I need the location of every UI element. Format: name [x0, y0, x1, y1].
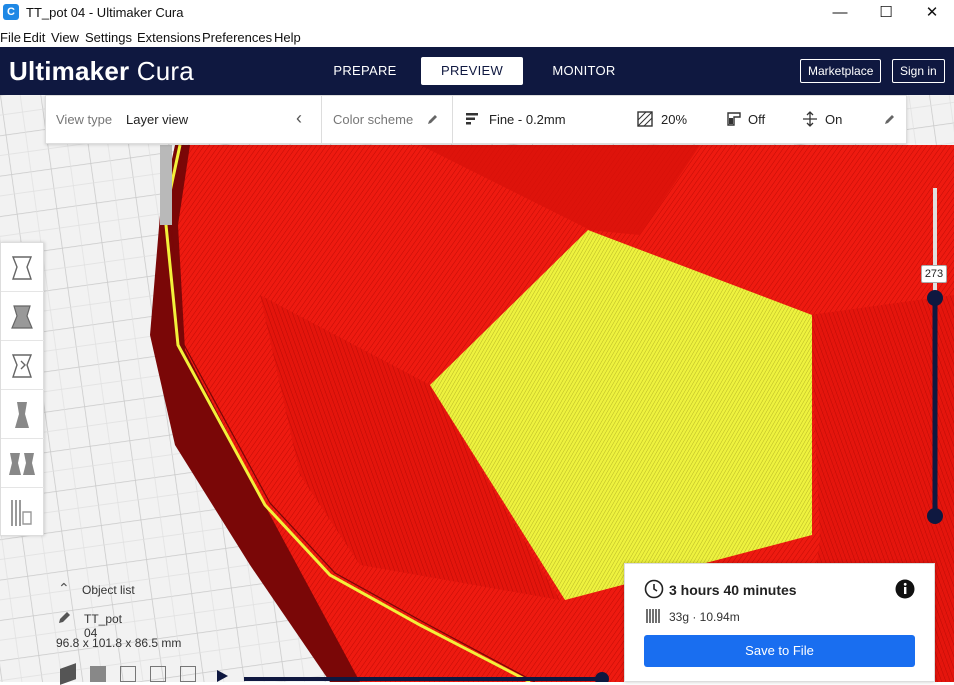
layer-slider-top-handle[interactable]: [927, 290, 943, 306]
color-scheme-label[interactable]: Color scheme: [333, 112, 413, 127]
pencil-icon[interactable]: [427, 113, 439, 125]
scale-tool-button[interactable]: [1, 292, 44, 341]
material-usage: 33g · 10.94m: [669, 610, 740, 624]
view-toolbar: View type Layer view ‹ Color scheme Fine…: [45, 95, 907, 144]
menu-help[interactable]: Help: [274, 30, 301, 45]
support-blocker-button[interactable]: [1, 488, 44, 537]
window-title: TT_pot 04 - Ultimaker Cura: [26, 5, 184, 20]
mirror-tool-icon: [15, 402, 29, 428]
cura-app-icon: C: [3, 4, 19, 20]
scale-tool-icon: [11, 305, 33, 329]
left-toolbar: [0, 242, 44, 536]
minimize-button[interactable]: —: [817, 0, 863, 26]
view-type-dropdown[interactable]: Layer view: [126, 112, 188, 127]
chevron-up-icon: ⌃: [58, 580, 70, 596]
menu-settings[interactable]: Settings: [85, 30, 132, 45]
tab-monitor[interactable]: MONITOR: [540, 57, 628, 85]
support-value[interactable]: Off: [748, 112, 765, 127]
print-profile[interactable]: Fine - 0.2mm: [489, 112, 566, 127]
layer-slider-track: [927, 188, 943, 524]
per-model-settings-icon: [9, 453, 35, 475]
menu-bar: File Edit View Settings Extensions Prefe…: [0, 27, 954, 47]
divider: [321, 96, 322, 143]
support-blocker-icon: [11, 500, 32, 526]
infill-icon: [637, 111, 653, 127]
top-view-icon[interactable]: [120, 666, 136, 682]
pencil-icon[interactable]: [884, 113, 896, 125]
pencil-icon[interactable]: [58, 610, 72, 624]
simulation-handle[interactable]: [595, 672, 609, 682]
move-tool-icon: [11, 256, 33, 280]
app-header: Ultimaker Cura PREPARE PREVIEW MONITOR M…: [0, 47, 954, 95]
menu-edit[interactable]: Edit: [23, 30, 45, 45]
print-profile-icon: [466, 113, 478, 125]
print-info-panel: 3 hours 40 minutes 33g · 10.94m Save to …: [624, 563, 935, 682]
menu-preferences[interactable]: Preferences: [202, 30, 272, 45]
view-type-label: View type: [56, 112, 113, 127]
brand-light: Cura: [136, 56, 194, 86]
ultimaker-cura-logo: Ultimaker Cura: [9, 56, 194, 87]
layer-slider-bottom-handle[interactable]: [927, 508, 943, 524]
layer-slider[interactable]: 273: [921, 188, 947, 528]
menu-extensions[interactable]: Extensions: [137, 30, 201, 45]
sign-in-button[interactable]: Sign in: [892, 59, 945, 83]
adhesion-icon: [803, 111, 817, 127]
front-view-icon[interactable]: [90, 666, 106, 682]
info-icon[interactable]: [895, 579, 915, 599]
rotate-tool-icon: [11, 354, 33, 378]
per-model-settings-button[interactable]: [1, 439, 44, 488]
tab-preview[interactable]: PREVIEW: [421, 57, 523, 85]
infill-value[interactable]: 20%: [661, 112, 687, 127]
rotate-tool-button[interactable]: [1, 341, 44, 390]
chevron-left-icon[interactable]: ‹: [296, 108, 302, 129]
spool-icon: [646, 609, 660, 623]
menu-view[interactable]: View: [51, 30, 79, 45]
maximize-button[interactable]: ☐: [863, 0, 909, 26]
divider: [452, 96, 453, 143]
title-bar: C TT_pot 04 - Ultimaker Cura — ☐ ✕: [0, 0, 954, 26]
model-shadow: [160, 145, 172, 225]
tab-prepare[interactable]: PREPARE: [325, 57, 405, 85]
simulation-bar: [217, 670, 609, 682]
adhesion-value[interactable]: On: [825, 112, 842, 127]
current-layer-input[interactable]: 273: [921, 265, 947, 283]
close-button[interactable]: ✕: [909, 0, 954, 26]
left-view-icon[interactable]: [150, 666, 166, 682]
right-view-icon[interactable]: [180, 666, 196, 682]
save-to-file-button[interactable]: Save to File: [644, 635, 915, 667]
brand-bold: Ultimaker: [9, 56, 130, 86]
clock-icon: [644, 579, 664, 599]
marketplace-button[interactable]: Marketplace: [800, 59, 882, 83]
support-icon: [727, 112, 741, 126]
menu-file[interactable]: File: [0, 30, 21, 45]
object-dimensions: 96.8 x 101.8 x 86.5 mm: [56, 636, 182, 650]
move-tool-button[interactable]: [1, 243, 44, 292]
object-list-label: Object list: [82, 583, 135, 597]
mirror-tool-button[interactable]: [1, 390, 44, 439]
play-icon[interactable]: [217, 670, 228, 682]
print-time: 3 hours 40 minutes: [669, 582, 797, 598]
